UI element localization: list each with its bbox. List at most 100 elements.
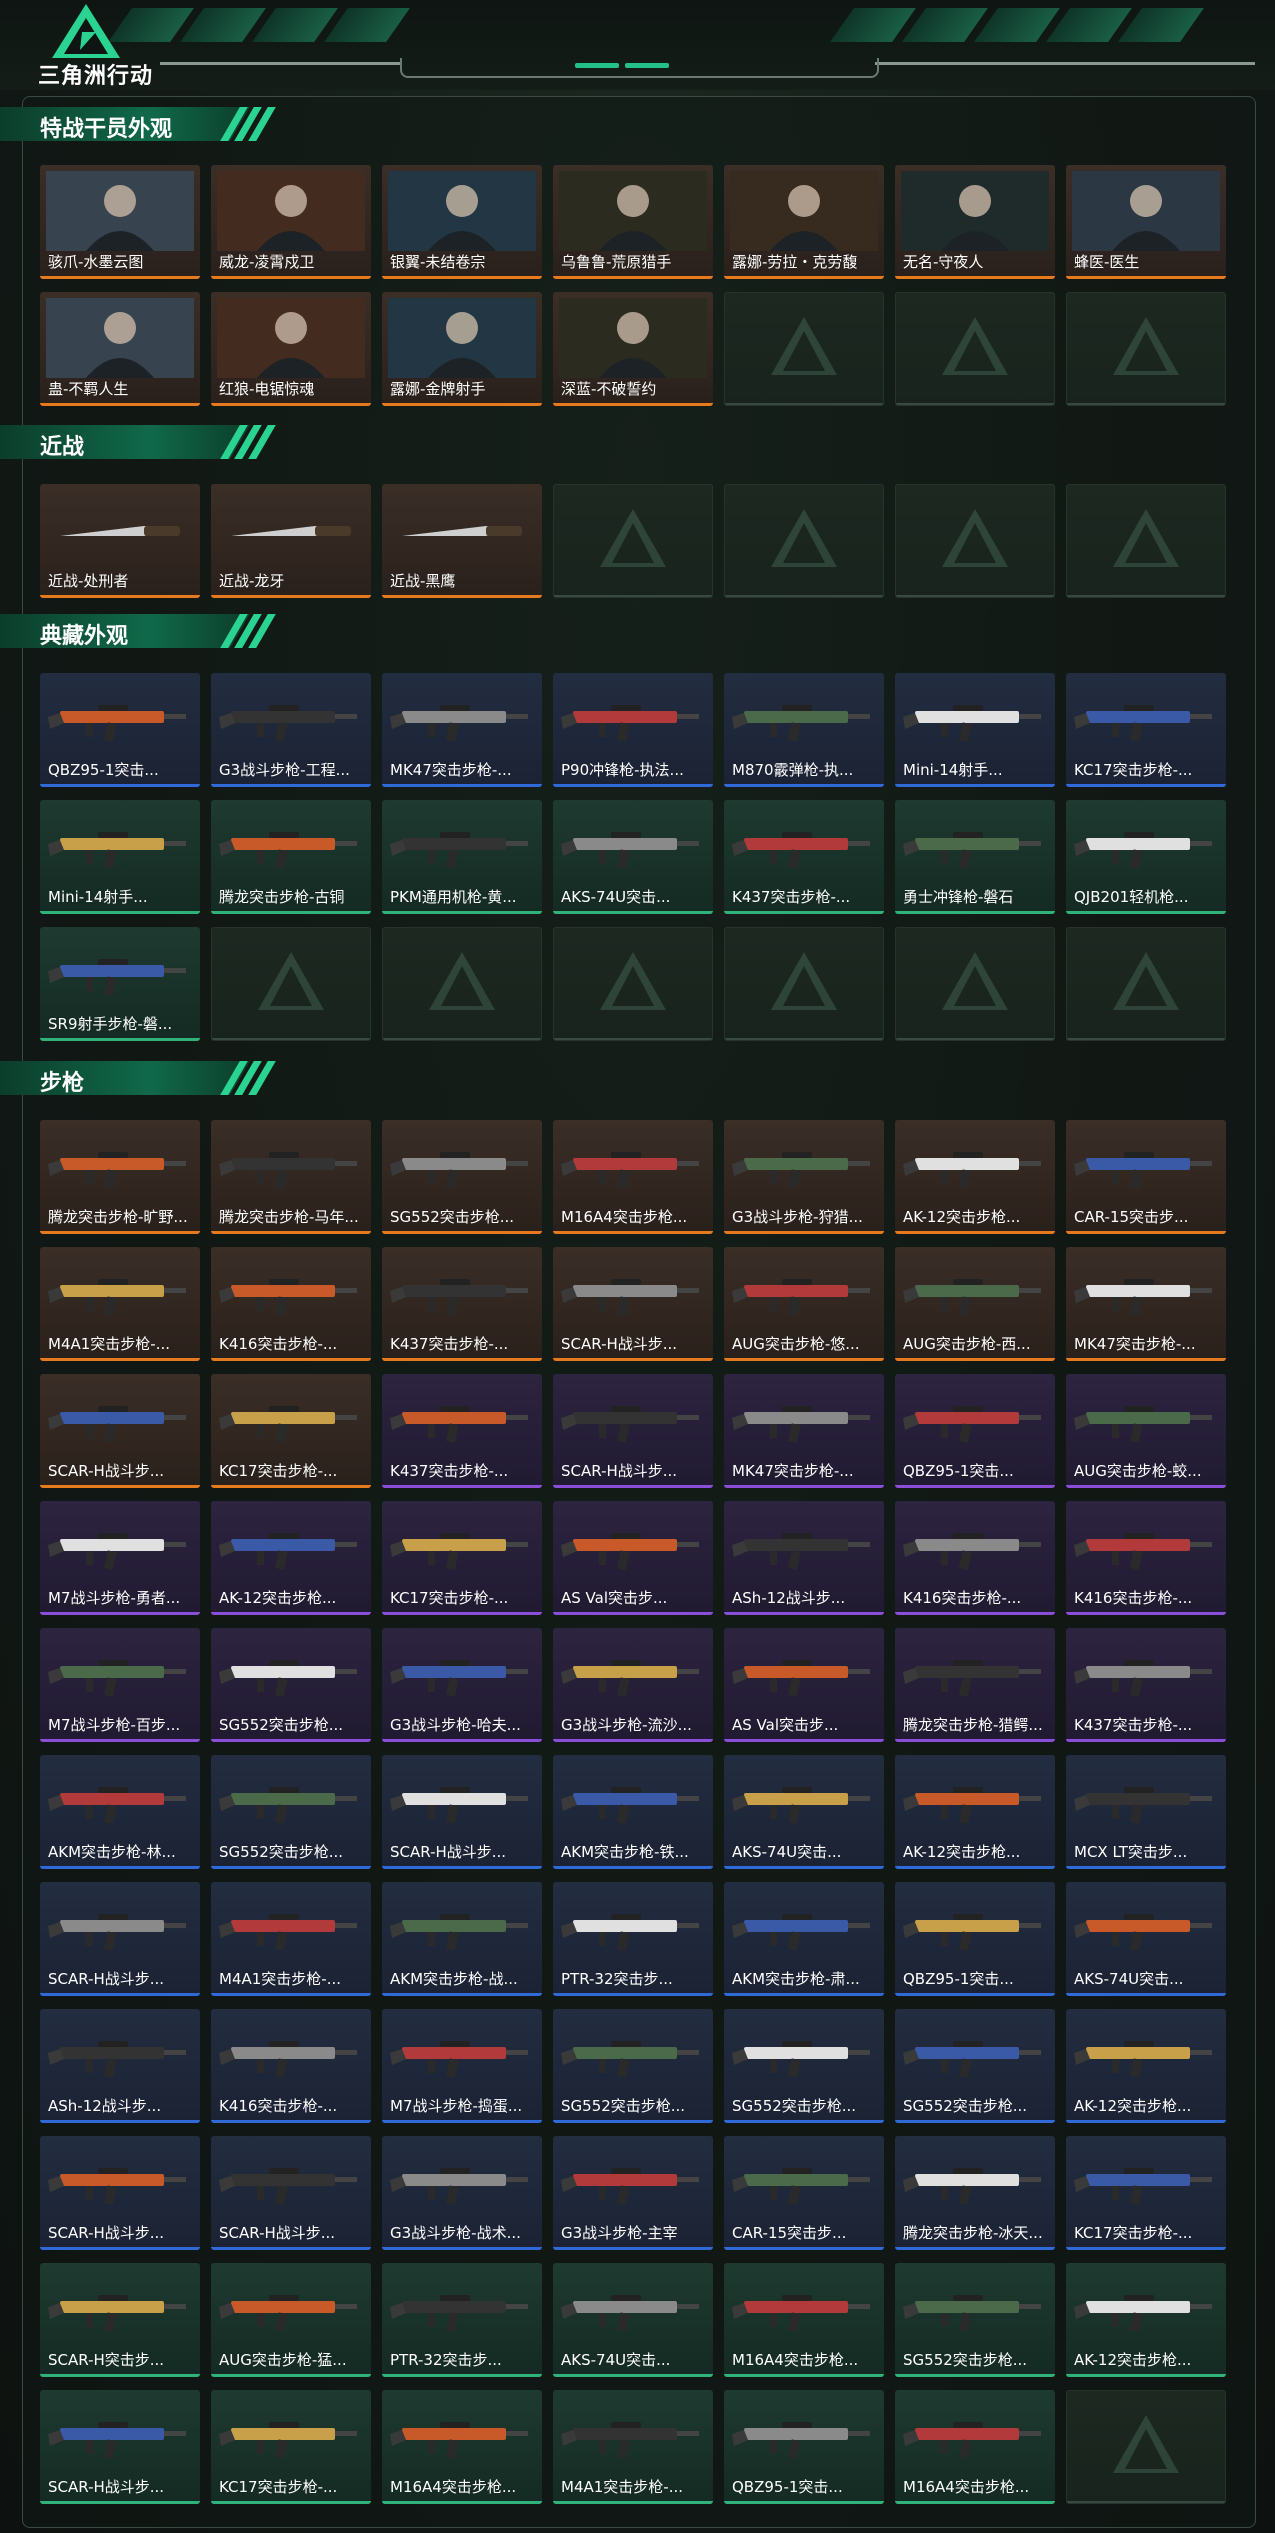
skin-card[interactable]: CAR-15突击步... <box>724 2136 884 2250</box>
skin-card[interactable]: AKS-74U突击... <box>553 2263 713 2377</box>
skin-card[interactable]: SG552突击步枪... <box>382 1120 542 1234</box>
skin-card[interactable]: QBZ95-1突击... <box>895 1882 1055 1996</box>
skin-card[interactable]: K416突击步枪-... <box>211 2009 371 2123</box>
skin-card[interactable]: AKM突击步枪-战... <box>382 1882 542 1996</box>
skin-card[interactable]: 无名-守夜人 <box>895 165 1055 279</box>
skin-card[interactable]: MK47突击步枪-... <box>724 1374 884 1488</box>
skin-card[interactable]: 近战-黑鹰 <box>382 484 542 598</box>
skin-card[interactable]: 深蓝-不破誓约 <box>553 292 713 406</box>
skin-card[interactable]: MK47突击步枪-... <box>382 673 542 787</box>
skin-card[interactable]: SG552突击步枪... <box>895 2009 1055 2123</box>
skin-card[interactable]: K416突击步枪-... <box>211 1247 371 1361</box>
skin-card[interactable]: AK-12突击步枪... <box>1066 2009 1226 2123</box>
skin-card[interactable]: AS Val突击步... <box>553 1501 713 1615</box>
skin-card[interactable]: M4A1突击步枪-... <box>553 2390 713 2504</box>
skin-card[interactable]: AK-12突击步枪... <box>211 1501 371 1615</box>
skin-card[interactable]: M4A1突击步枪-... <box>40 1247 200 1361</box>
skin-card[interactable]: M16A4突击步枪... <box>895 2390 1055 2504</box>
skin-card[interactable]: 露娜-劳拉・克劳馥 <box>724 165 884 279</box>
skin-card[interactable]: SG552突击步枪... <box>211 1755 371 1869</box>
skin-card[interactable]: G3战斗步枪-战术... <box>382 2136 542 2250</box>
skin-card[interactable]: ASh-12战斗步... <box>724 1501 884 1615</box>
skin-card[interactable]: PKM通用机枪-黄... <box>382 800 542 914</box>
skin-card[interactable]: QBZ95-1突击... <box>895 1374 1055 1488</box>
skin-card[interactable]: SCAR-H突击步... <box>40 2263 200 2377</box>
skin-card[interactable]: 银翼-未结卷宗 <box>382 165 542 279</box>
skin-card[interactable]: AKM突击步枪-铁... <box>553 1755 713 1869</box>
skin-card[interactable]: SCAR-H战斗步... <box>40 2136 200 2250</box>
skin-card[interactable]: SCAR-H战斗步... <box>40 1374 200 1488</box>
skin-card[interactable]: M870霰弹枪-执... <box>724 673 884 787</box>
skin-card[interactable]: 蛊-不羁人生 <box>40 292 200 406</box>
skin-card[interactable]: K437突击步枪-... <box>382 1247 542 1361</box>
skin-card[interactable]: 腾龙突击步枪-古铜 <box>211 800 371 914</box>
skin-card[interactable]: AKS-74U突击... <box>1066 1882 1226 1996</box>
skin-card[interactable]: SG552突击步枪... <box>553 2009 713 2123</box>
skin-card[interactable]: P90冲锋枪-执法... <box>553 673 713 787</box>
skin-card[interactable]: K416突击步枪-... <box>895 1501 1055 1615</box>
skin-card[interactable]: M4A1突击步枪-... <box>211 1882 371 1996</box>
skin-card[interactable]: SCAR-H战斗步... <box>553 1374 713 1488</box>
skin-card[interactable]: AKS-74U突击... <box>724 1755 884 1869</box>
skin-card[interactable]: KC17突击步枪-... <box>211 1374 371 1488</box>
skin-card[interactable]: AUG突击步枪-蛟... <box>1066 1374 1226 1488</box>
skin-card[interactable]: G3战斗步枪-狩猎... <box>724 1120 884 1234</box>
skin-card[interactable]: M7战斗步枪-捣蛋... <box>382 2009 542 2123</box>
skin-card[interactable]: K437突击步枪-... <box>1066 1628 1226 1742</box>
skin-card[interactable]: ASh-12战斗步... <box>40 2009 200 2123</box>
skin-card[interactable]: K416突击步枪-... <box>1066 1501 1226 1615</box>
skin-card[interactable]: SCAR-H战斗步... <box>40 2390 200 2504</box>
skin-card[interactable]: SG552突击步枪... <box>895 2263 1055 2377</box>
skin-card[interactable]: AKS-74U突击... <box>553 800 713 914</box>
skin-card[interactable]: 腾龙突击步枪-马年... <box>211 1120 371 1234</box>
skin-card[interactable]: 乌鲁鲁-荒原猎手 <box>553 165 713 279</box>
skin-card[interactable]: AK-12突击步枪... <box>895 1120 1055 1234</box>
skin-card[interactable]: M7战斗步枪-勇者... <box>40 1501 200 1615</box>
skin-card[interactable]: MCX LT突击步... <box>1066 1755 1226 1869</box>
skin-card[interactable]: SG552突击步枪... <box>211 1628 371 1742</box>
skin-card[interactable]: 威龙-凌霄戍卫 <box>211 165 371 279</box>
skin-card[interactable]: Mini-14射手... <box>40 800 200 914</box>
skin-card[interactable]: AKM突击步枪-林... <box>40 1755 200 1869</box>
skin-card[interactable]: MK47突击步枪-... <box>1066 1247 1226 1361</box>
skin-card[interactable]: AUG突击步枪-西... <box>895 1247 1055 1361</box>
skin-card[interactable]: 红狼-电锯惊魂 <box>211 292 371 406</box>
skin-card[interactable]: K437突击步枪-... <box>724 800 884 914</box>
skin-card[interactable]: AKM突击步枪-肃... <box>724 1882 884 1996</box>
skin-card[interactable]: AK-12突击步枪... <box>1066 2263 1226 2377</box>
skin-card[interactable]: KC17突击步枪-... <box>382 1501 542 1615</box>
skin-card[interactable]: AK-12突击步枪... <box>895 1755 1055 1869</box>
skin-card[interactable]: SR9射手步枪-磐... <box>40 927 200 1041</box>
skin-card[interactable]: 露娜-金牌射手 <box>382 292 542 406</box>
skin-card[interactable]: M7战斗步枪-百步... <box>40 1628 200 1742</box>
skin-card[interactable]: SCAR-H战斗步... <box>553 1247 713 1361</box>
skin-card[interactable]: SCAR-H战斗步... <box>211 2136 371 2250</box>
skin-card[interactable]: QBZ95-1突击... <box>724 2390 884 2504</box>
skin-card[interactable]: M16A4突击步枪... <box>553 1120 713 1234</box>
skin-card[interactable]: 腾龙突击步枪-猎鳄... <box>895 1628 1055 1742</box>
skin-card[interactable]: KC17突击步枪-... <box>211 2390 371 2504</box>
skin-card[interactable]: 腾龙突击步枪-旷野... <box>40 1120 200 1234</box>
skin-card[interactable]: Mini-14射手... <box>895 673 1055 787</box>
skin-card[interactable]: AUG突击步枪-悠... <box>724 1247 884 1361</box>
skin-card[interactable]: 骇爪-水墨云图 <box>40 165 200 279</box>
skin-card[interactable]: KC17突击步枪-... <box>1066 673 1226 787</box>
skin-card[interactable]: PTR-32突击步... <box>553 1882 713 1996</box>
skin-card[interactable]: KC17突击步枪-... <box>1066 2136 1226 2250</box>
skin-card[interactable]: 近战-龙牙 <box>211 484 371 598</box>
skin-card[interactable]: SG552突击步枪... <box>724 2009 884 2123</box>
skin-card[interactable]: M16A4突击步枪... <box>724 2263 884 2377</box>
skin-card[interactable]: SCAR-H战斗步... <box>40 1882 200 1996</box>
skin-card[interactable]: QJB201轻机枪... <box>1066 800 1226 914</box>
skin-card[interactable]: QBZ95-1突击... <box>40 673 200 787</box>
skin-card[interactable]: 蜂医-医生 <box>1066 165 1226 279</box>
skin-card[interactable]: G3战斗步枪-主宰 <box>553 2136 713 2250</box>
skin-card[interactable]: G3战斗步枪-流沙... <box>553 1628 713 1742</box>
skin-card[interactable]: 腾龙突击步枪-冰天... <box>895 2136 1055 2250</box>
skin-card[interactable]: G3战斗步枪-哈夫... <box>382 1628 542 1742</box>
skin-card[interactable]: K437突击步枪-... <box>382 1374 542 1488</box>
skin-card[interactable]: CAR-15突击步... <box>1066 1120 1226 1234</box>
skin-card[interactable]: G3战斗步枪-工程... <box>211 673 371 787</box>
skin-card[interactable]: 近战-处刑者 <box>40 484 200 598</box>
skin-card[interactable]: AS Val突击步... <box>724 1628 884 1742</box>
